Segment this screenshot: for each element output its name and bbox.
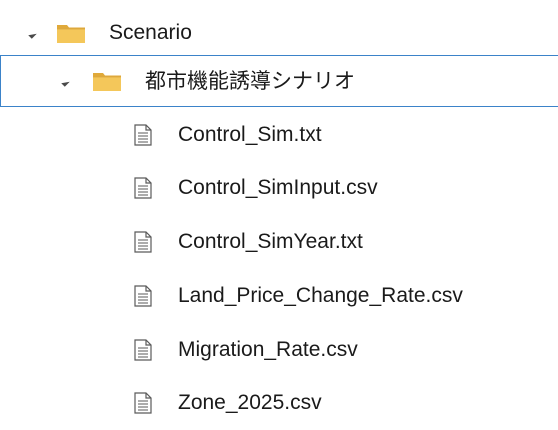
tree-node-child-folder[interactable]: 都市機能誘導シナリオ: [0, 55, 558, 107]
tree-file-item[interactable]: Migration_Rate.csv: [0, 324, 558, 376]
tree-node-label: Scenario: [109, 21, 192, 44]
expand-triangle-icon[interactable]: [61, 78, 70, 87]
tree-file-item[interactable]: Zone_2025.csv: [0, 377, 558, 429]
file-name: Control_Sim.txt: [178, 123, 322, 146]
file-name: Land_Price_Change_Rate.csv: [178, 284, 463, 307]
expand-triangle-icon[interactable]: [28, 30, 37, 39]
document-icon: [134, 177, 152, 199]
document-icon: [134, 339, 152, 361]
tree-node-label: 都市機能誘導シナリオ: [145, 70, 355, 93]
file-name: Control_SimYear.txt: [178, 230, 363, 253]
folder-icon: [93, 73, 121, 91]
file-name: Zone_2025.csv: [178, 391, 322, 414]
folder-icon: [57, 25, 85, 43]
document-icon: [134, 124, 152, 146]
document-icon: [134, 392, 152, 414]
tree-file-item[interactable]: Control_SimYear.txt: [0, 216, 558, 268]
tree-node-scenario[interactable]: Scenario: [0, 7, 558, 59]
tree-file-item[interactable]: Control_SimInput.csv: [0, 162, 558, 214]
file-name: Migration_Rate.csv: [178, 338, 358, 361]
document-icon: [134, 285, 152, 307]
tree-file-item[interactable]: Land_Price_Change_Rate.csv: [0, 270, 558, 322]
file-name: Control_SimInput.csv: [178, 176, 378, 199]
tree-file-item[interactable]: Control_Sim.txt: [0, 109, 558, 161]
catalog-tree: Scenario 都市機能誘導シナリオ Control_Sim.txt Cont…: [0, 0, 558, 430]
document-icon: [134, 231, 152, 253]
